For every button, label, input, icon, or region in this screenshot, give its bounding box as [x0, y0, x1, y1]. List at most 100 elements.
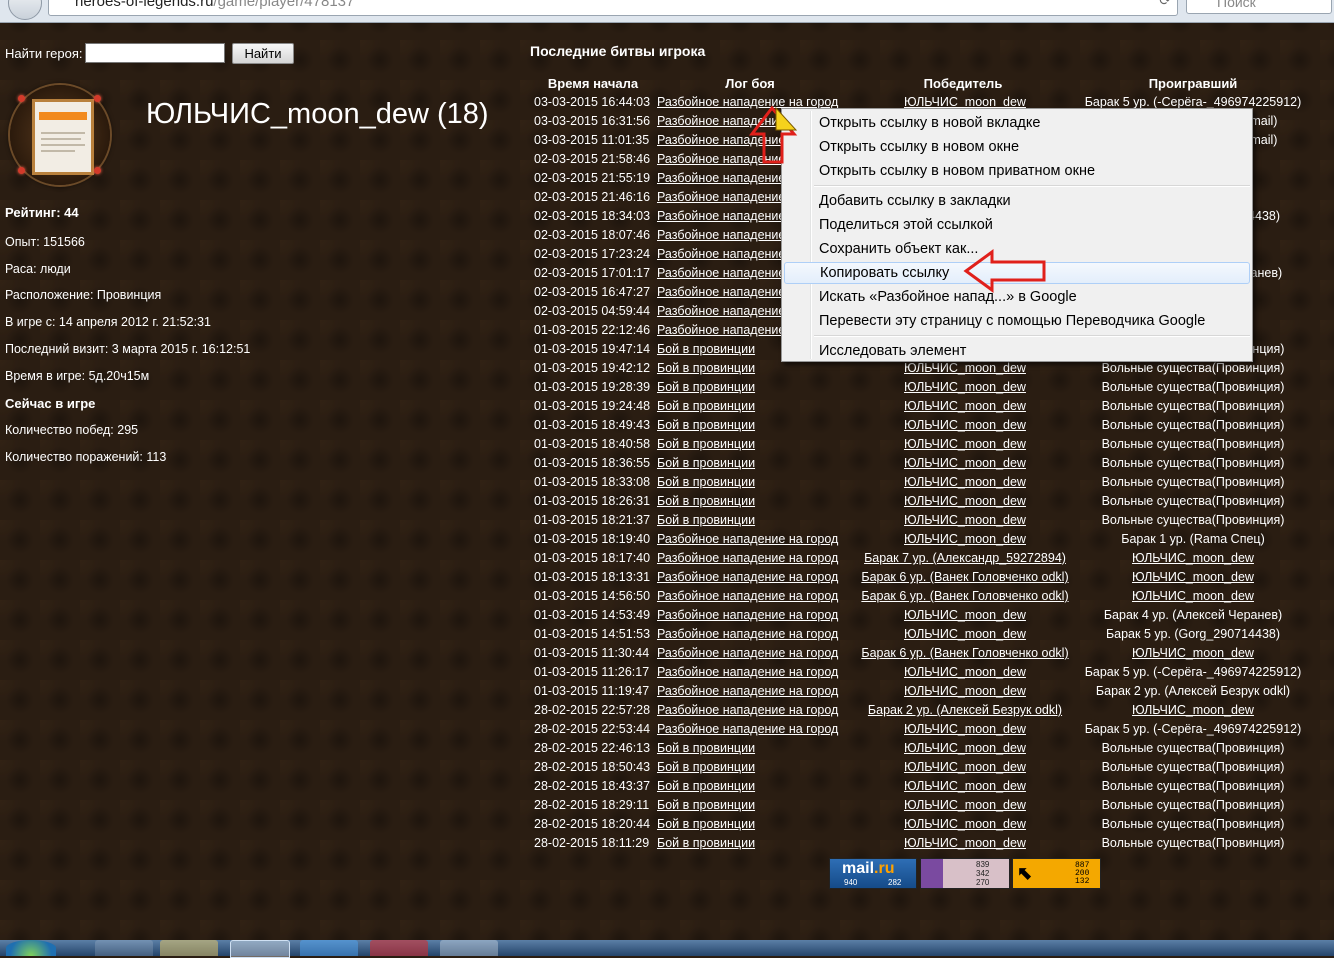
- address-bar[interactable]: heroes-of-legends.ru/game/player/478137 …: [48, 0, 1178, 16]
- battle-log-link[interactable]: Бой в провинции: [657, 836, 755, 850]
- battle-winner[interactable]: ЮЛЬЧИС_moon_dew: [850, 475, 1080, 489]
- battle-winner[interactable]: Барак 6 ур. (Ванек Головченко odkl): [850, 570, 1080, 584]
- battle-time: 02-03-2015 18:07:46: [534, 228, 651, 242]
- url-path: /game/player/478137: [213, 0, 355, 10]
- battle-log-link[interactable]: Разбойное нападение на город: [657, 551, 838, 565]
- battle-log-link[interactable]: Бой в провинции: [657, 380, 755, 394]
- col-header-loser: Проигравший: [1148, 76, 1238, 91]
- battle-winner[interactable]: ЮЛЬЧИС_moon_dew: [850, 532, 1080, 546]
- battle-time: 01-03-2015 14:51:53: [534, 627, 651, 641]
- battle-log-link[interactable]: Бой в провинции: [657, 437, 755, 451]
- battle-winner[interactable]: ЮЛЬЧИС_moon_dew: [850, 608, 1080, 622]
- li-counter-value: 342: [976, 869, 990, 878]
- battle-log-link[interactable]: Бой в провинции: [657, 361, 755, 375]
- battle-log-link[interactable]: Бой в провинции: [657, 760, 755, 774]
- taskbar-app-firefox[interactable]: [230, 940, 290, 958]
- battle-winner[interactable]: Барак 2 ур. (Алексей Безрук odkl): [850, 703, 1080, 717]
- battle-log-link[interactable]: Разбойное нападение на город: [657, 532, 838, 546]
- battle-log-link[interactable]: Бой в провинции: [657, 418, 755, 432]
- battle-time: 01-03-2015 18:21:37: [534, 513, 651, 527]
- table-row: 01-03-2015 11:19:47 Разбойное нападение н…: [0, 683, 1334, 702]
- yandex-counter[interactable]: ⬉ 887 200 132: [1012, 858, 1101, 889]
- liveinternet-counter[interactable]: 839 342 270: [920, 858, 1010, 889]
- battle-log-link[interactable]: Бой в провинции: [657, 513, 755, 527]
- menu-open-new-window[interactable]: Открыть ссылку в новом окне: [784, 136, 1250, 158]
- back-button[interactable]: [8, 0, 42, 20]
- taskbar-app-folder[interactable]: [160, 940, 218, 956]
- find-hero-button[interactable]: Найти: [232, 43, 294, 64]
- battle-log-link[interactable]: Разбойное нападение на город: [657, 570, 838, 584]
- battle-winner[interactable]: ЮЛЬЧИС_moon_dew: [850, 722, 1080, 736]
- battle-winner[interactable]: ЮЛЬЧИС_moon_dew: [850, 399, 1080, 413]
- menu-inspect-element[interactable]: Исследовать элемент: [784, 340, 1250, 362]
- start-button[interactable]: [6, 940, 56, 956]
- find-hero-input[interactable]: [85, 43, 225, 63]
- battle-winner[interactable]: ЮЛЬЧИС_moon_dew: [850, 798, 1080, 812]
- battle-winner[interactable]: ЮЛЬЧИС_moon_dew: [850, 494, 1080, 508]
- battle-loser[interactable]: ЮЛЬЧИС_moon_dew: [1078, 570, 1308, 584]
- taskbar-app-other[interactable]: [440, 940, 498, 956]
- battle-log-link[interactable]: Бой в провинции: [657, 494, 755, 508]
- battle-log-link[interactable]: Бой в провинции: [657, 456, 755, 470]
- battle-loser: Вольные существа(Провинция): [1101, 361, 1285, 375]
- battle-log-link[interactable]: Бой в провинции: [657, 817, 755, 831]
- battle-winner[interactable]: ЮЛЬЧИС_moon_dew: [850, 380, 1080, 394]
- browser-toolbar: heroes-of-legends.ru/game/player/478137 …: [0, 0, 1334, 23]
- battle-loser: Вольные существа(Провинция): [1101, 437, 1285, 451]
- battle-log-link[interactable]: Разбойное нападение на город: [657, 722, 838, 736]
- browser-search-input[interactable]: Поиск: [1186, 0, 1332, 14]
- battle-winner[interactable]: Барак 6 ур. (Ванек Головченко odkl): [850, 646, 1080, 660]
- battle-log-link[interactable]: Бой в провинции: [657, 342, 755, 356]
- battle-winner[interactable]: ЮЛЬЧИС_moon_dew: [850, 760, 1080, 774]
- menu-bookmark-link[interactable]: Добавить ссылку в закладки: [784, 190, 1250, 212]
- battle-loser: Вольные существа(Провинция): [1101, 760, 1285, 774]
- battle-log-link[interactable]: Разбойное нападение на город: [657, 608, 838, 622]
- battle-loser[interactable]: ЮЛЬЧИС_moon_dew: [1078, 551, 1308, 565]
- battle-winner[interactable]: ЮЛЬЧИС_moon_dew: [850, 627, 1080, 641]
- battle-log-link[interactable]: Разбойное нападение на город: [657, 627, 838, 641]
- mail-ru-counter[interactable]: mail.ru 940 282: [829, 858, 917, 889]
- battle-log-link[interactable]: Разбойное нападение на город: [657, 589, 838, 603]
- menu-open-private-window[interactable]: Открыть ссылку в новом приватном окне: [784, 160, 1250, 182]
- menu-open-new-tab[interactable]: Открыть ссылку в новой вкладке: [784, 112, 1250, 134]
- battle-time: 01-03-2015 18:13:31: [534, 570, 651, 584]
- battle-log-link[interactable]: Разбойное нападение на город: [657, 665, 838, 679]
- battle-time: 01-03-2015 11:19:47: [534, 684, 650, 698]
- reload-icon[interactable]: ⟳: [1159, 0, 1171, 7]
- battle-loser[interactable]: ЮЛЬЧИС_moon_dew: [1078, 646, 1308, 660]
- battle-winner[interactable]: ЮЛЬЧИС_moon_dew: [850, 456, 1080, 470]
- menu-share-link[interactable]: Поделиться этой ссылкой: [784, 214, 1250, 236]
- taskbar-app-explorer[interactable]: [95, 940, 153, 956]
- battle-winner[interactable]: ЮЛЬЧИС_moon_dew: [850, 684, 1080, 698]
- battle-winner[interactable]: ЮЛЬЧИС_moon_dew: [850, 779, 1080, 793]
- taskbar-app-skype[interactable]: [300, 940, 358, 956]
- battle-log-link[interactable]: Бой в провинции: [657, 399, 755, 413]
- battle-winner[interactable]: Барак 6 ур. (Ванек Головченко odkl): [850, 589, 1080, 603]
- menu-translate-page[interactable]: Перевести эту страницу с помощью Перевод…: [784, 310, 1250, 332]
- battle-log-link[interactable]: Бой в провинции: [657, 741, 755, 755]
- battle-log-link[interactable]: Бой в провинции: [657, 475, 755, 489]
- taskbar-app-opera[interactable]: [370, 940, 428, 956]
- battle-log-link[interactable]: Бой в провинции: [657, 798, 755, 812]
- battle-winner[interactable]: ЮЛЬЧИС_moon_dew: [850, 95, 1080, 109]
- battle-loser: Вольные существа(Провинция): [1101, 380, 1285, 394]
- battle-winner[interactable]: ЮЛЬЧИС_moon_dew: [850, 418, 1080, 432]
- battle-winner[interactable]: ЮЛЬЧИС_moon_dew: [850, 665, 1080, 679]
- battle-winner[interactable]: ЮЛЬЧИС_moon_dew: [850, 817, 1080, 831]
- battle-winner[interactable]: ЮЛЬЧИС_moon_dew: [850, 513, 1080, 527]
- mail-ru-logo: mail.ru: [842, 860, 895, 877]
- table-row: 01-03-2015 14:53:49 Разбойное нападение н…: [0, 607, 1334, 626]
- battle-winner[interactable]: Барак 7 ур. (Александр_59272894): [850, 551, 1080, 565]
- battle-log-link[interactable]: Бой в провинции: [657, 779, 755, 793]
- battle-loser[interactable]: ЮЛЬЧИС_moon_dew: [1078, 703, 1308, 717]
- battle-winner[interactable]: ЮЛЬЧИС_moon_dew: [850, 361, 1080, 375]
- col-header-battle-log: Лог боя: [725, 76, 775, 91]
- battle-winner[interactable]: ЮЛЬЧИС_moon_dew: [850, 836, 1080, 850]
- battle-log-link[interactable]: Разбойное нападение на город: [657, 646, 838, 660]
- battle-winner[interactable]: ЮЛЬЧИС_moon_dew: [850, 741, 1080, 755]
- battle-winner[interactable]: ЮЛЬЧИС_moon_dew: [850, 437, 1080, 451]
- battle-loser[interactable]: ЮЛЬЧИС_moon_dew: [1078, 589, 1308, 603]
- battle-log-link[interactable]: Разбойное нападение на город: [657, 703, 838, 717]
- battle-log-link[interactable]: Разбойное нападение на город: [657, 684, 838, 698]
- table-row: 01-03-2015 18:49:43 Бой в провинции ЮЛЬЧИС…: [0, 417, 1334, 436]
